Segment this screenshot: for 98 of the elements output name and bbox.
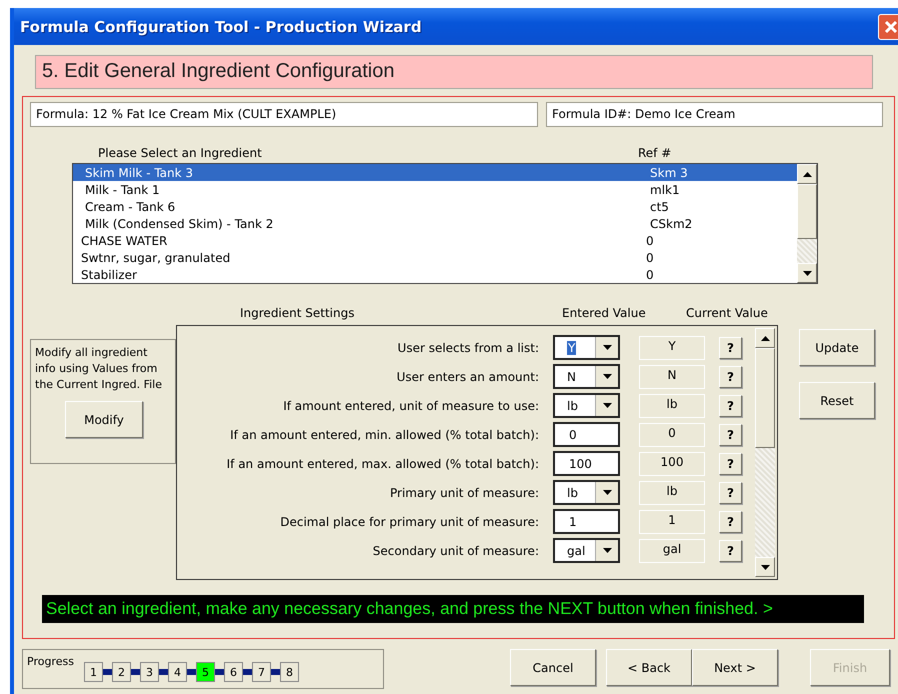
- ingredient-name: Skim Milk - Tank 3: [84, 166, 194, 180]
- current-value: N: [639, 364, 705, 388]
- help-button[interactable]: ?: [719, 510, 742, 532]
- ingredient-name: Milk (Condensed Skim) - Tank 2: [84, 216, 274, 230]
- current-value: Y: [639, 336, 705, 360]
- modify-description: Modify all ingredient info using Values from the Current Ingred. File: [35, 345, 163, 393]
- setting-label: User selects from a list:: [396, 340, 540, 354]
- current-value: 100: [639, 452, 705, 476]
- setting-label: If amount entered, unit of measure to use:: [282, 398, 540, 412]
- scroll-thumb[interactable]: [755, 348, 775, 448]
- down-arrow-icon: [802, 270, 812, 276]
- column-header: Current Value: [686, 306, 768, 320]
- input-field[interactable]: 0: [553, 422, 620, 447]
- formula-id-field: Formula ID#: Demo Ice Cream: [546, 102, 883, 127]
- current-value: 0: [639, 422, 705, 446]
- input-field[interactable]: 1: [553, 509, 620, 534]
- up-arrow-icon: [802, 172, 812, 176]
- progress-step: 3: [140, 662, 159, 682]
- step-title: 5. Edit General Ingredient Configuration: [35, 55, 873, 89]
- current-value: lb: [639, 394, 705, 418]
- current-value: 1: [639, 510, 705, 534]
- scroll-down-button[interactable]: [797, 263, 817, 283]
- ref-number: 0: [646, 268, 654, 282]
- setting-label: Secondary unit of measure:: [372, 544, 540, 558]
- dropdown[interactable]: Y: [553, 335, 620, 360]
- column-header: Ref #: [638, 146, 672, 160]
- list-item[interactable]: CHASE WATER 0: [73, 232, 797, 249]
- ingredient-name: Stabilizer: [80, 268, 138, 282]
- progress-step: 4: [168, 662, 187, 682]
- list-item[interactable]: Swtnr, sugar, granulated 0: [73, 249, 797, 266]
- progress-step: 2: [112, 662, 131, 682]
- caret-icon: [602, 345, 612, 350]
- caret-icon: [602, 548, 612, 553]
- dropdown[interactable]: N: [553, 364, 620, 389]
- setting-label: If an amount entered, max. allowed (% total batch):: [226, 456, 540, 470]
- input-field[interactable]: 100: [553, 451, 620, 476]
- dropdown[interactable]: gal: [553, 538, 620, 563]
- list-item[interactable]: Skim Milk - Tank 3 Skm 3: [73, 164, 797, 181]
- list-item[interactable]: Milk - Tank 1 mlk1: [73, 181, 797, 198]
- progress-label: Progress: [27, 655, 74, 668]
- ingredient-name: Swtnr, sugar, granulated: [80, 250, 232, 264]
- ingredient-name: Milk - Tank 1: [84, 182, 161, 196]
- scroll-up-button[interactable]: [797, 164, 817, 184]
- ref-number: CSkm2: [650, 216, 692, 230]
- up-arrow-icon: [760, 336, 770, 340]
- current-value: lb: [639, 480, 705, 504]
- help-button[interactable]: ?: [719, 482, 742, 504]
- scroll-down-button[interactable]: [755, 557, 775, 577]
- setting-label: If an amount entered, min. allowed (% total batch):: [229, 428, 540, 442]
- help-button[interactable]: ?: [719, 336, 742, 358]
- close-icon: [883, 18, 898, 34]
- caret-icon: [602, 490, 612, 495]
- current-value: gal: [639, 538, 705, 562]
- action-button[interactable]: Reset: [799, 382, 875, 419]
- modify-button[interactable]: Modify: [65, 401, 143, 438]
- help-button[interactable]: ?: [719, 394, 742, 416]
- help-button[interactable]: ?: [719, 540, 742, 562]
- scrollbar[interactable]: [797, 164, 817, 283]
- wizard-button[interactable]: Next >: [692, 649, 778, 686]
- setting-label: User enters an amount:: [396, 370, 540, 384]
- ref-number: mlk1: [650, 182, 680, 196]
- formula-field: Formula: 12 % Fat Ice Cream Mix (CULT EXAMPLE): [30, 102, 538, 127]
- wizard-button[interactable]: Cancel: [510, 649, 596, 686]
- instruction-banner: Select an ingredient, make any necessary changes, and press the NEXT button when finished. >: [42, 595, 864, 623]
- help-button[interactable]: ?: [719, 452, 742, 474]
- list-item[interactable]: Stabilizer 0: [73, 266, 797, 283]
- progress-step: 8: [280, 662, 299, 682]
- setting-label: Decimal place for primary unit of measure:: [279, 514, 540, 528]
- help-button[interactable]: ?: [719, 366, 742, 388]
- close-button[interactable]: [878, 14, 898, 40]
- section-header: Ingredient Settings: [240, 306, 356, 320]
- ingredient-name: Cream - Tank 6: [84, 200, 176, 214]
- progress-step: 7: [252, 662, 271, 682]
- caret-icon: [602, 374, 612, 379]
- scroll-thumb[interactable]: [797, 184, 817, 239]
- ref-number: Skm 3: [650, 166, 688, 180]
- setting-label: Primary unit of measure:: [388, 486, 540, 500]
- ref-number: 0: [646, 250, 654, 264]
- list-item[interactable]: Milk (Condensed Skim) - Tank 2 CSkm2: [73, 215, 797, 232]
- window-title: Formula Configuration Tool - Production Wizard: [20, 18, 422, 36]
- dropdown[interactable]: lb: [553, 480, 620, 505]
- caret-icon: [602, 403, 612, 408]
- column-header: Entered Value: [562, 306, 647, 320]
- ref-number: ct5: [650, 200, 669, 214]
- dropdown[interactable]: lb: [553, 393, 620, 418]
- progress-step: 1: [84, 662, 103, 682]
- ref-number: 0: [646, 234, 654, 248]
- wizard-button[interactable]: < Back: [606, 649, 692, 686]
- scrollbar[interactable]: [755, 328, 775, 577]
- help-button[interactable]: ?: [719, 424, 742, 446]
- scroll-up-button[interactable]: [755, 328, 775, 348]
- ingredient-name: CHASE WATER: [80, 234, 168, 248]
- down-arrow-icon: [760, 564, 770, 570]
- column-header: Please Select an Ingredient: [98, 146, 263, 160]
- action-button[interactable]: Update: [799, 329, 875, 366]
- progress-step: 5: [196, 662, 215, 682]
- progress-step: 6: [224, 662, 243, 682]
- list-item[interactable]: Cream - Tank 6 ct5: [73, 198, 797, 215]
